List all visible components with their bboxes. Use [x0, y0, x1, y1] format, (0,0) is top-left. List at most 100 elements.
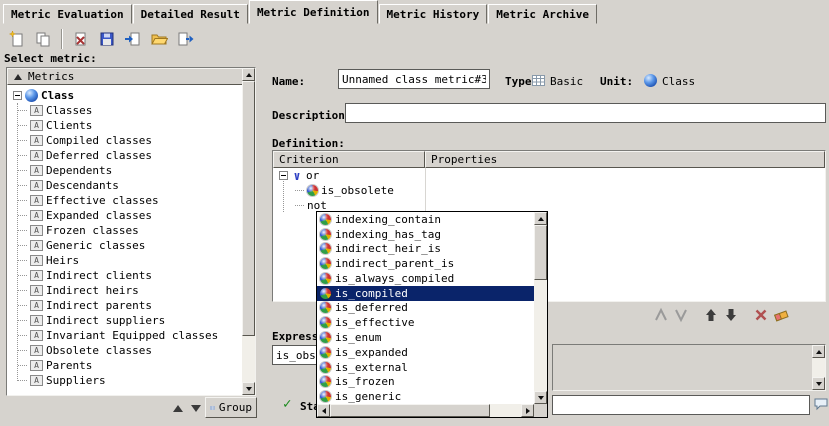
tree-item-heirs[interactable]: Heirs [7, 253, 243, 268]
group-button[interactable]: Group [205, 397, 257, 418]
criterion-option-is-deferred[interactable]: is_deferred [317, 301, 534, 316]
tree-item-indirect-parents[interactable]: Indirect parents [7, 298, 243, 313]
tree-connector [18, 125, 27, 126]
scrollbar-thumb[interactable] [534, 225, 547, 280]
move-metric-up-button[interactable] [170, 400, 186, 416]
collapse-icon[interactable] [13, 91, 22, 100]
criterion-row-is-obsolete[interactable]: is_obsolete [273, 183, 825, 198]
move-criterion-down-button[interactable] [722, 306, 740, 324]
properties-column-header[interactable]: Properties [425, 151, 825, 168]
right-arrow-icon [526, 408, 530, 414]
tab-detailed-result[interactable]: Detailed Result [133, 4, 248, 24]
remove-metric-button[interactable] [68, 27, 94, 51]
scroll-down-button[interactable] [812, 377, 825, 390]
delete-criterion-button[interactable] [752, 306, 770, 324]
criterion-option-indirect-parent-is[interactable]: indirect_parent_is [317, 256, 534, 271]
tab-metric-history[interactable]: Metric History [379, 4, 488, 24]
scroll-up-button[interactable] [534, 212, 547, 225]
criterion-label: is_obsolete [321, 184, 394, 197]
tree-children: ClassesClientsCompiled classesDeferred c… [7, 103, 243, 388]
scroll-up-button[interactable] [812, 345, 825, 358]
criterion-option-is-compiled[interactable]: is_compiled [317, 286, 534, 301]
import-metrics-button[interactable] [120, 27, 146, 51]
collapse-icon[interactable] [279, 171, 288, 180]
criterion-row-or[interactable]: or [273, 168, 825, 183]
metric-name-input[interactable] [338, 69, 490, 89]
criterion-option-is-generic[interactable]: is_generic [317, 389, 534, 404]
save-metric-button[interactable] [94, 27, 120, 51]
tree-item-effective-classes[interactable]: Effective classes [7, 193, 243, 208]
tree-connector [18, 230, 27, 231]
tree-item-dependents[interactable]: Dependents [7, 163, 243, 178]
criterion-option-is-expanded[interactable]: is_expanded [317, 345, 534, 360]
erase-definition-button[interactable] [772, 306, 790, 324]
tree-item-label: Clients [46, 119, 92, 132]
criterion-option-is-frozen[interactable]: is_frozen [317, 374, 534, 389]
criterion-ball-icon [320, 243, 331, 254]
or-criterion-button[interactable] [672, 306, 690, 324]
tree-item-indirect-clients[interactable]: Indirect clients [7, 268, 243, 283]
criterion-option-is-enum[interactable]: is_enum [317, 330, 534, 345]
scroll-down-button[interactable] [242, 382, 255, 395]
scroll-right-button[interactable] [521, 404, 534, 417]
export-metrics-button[interactable] [172, 27, 198, 51]
criterion-option-indexing-contain[interactable]: indexing_contain [317, 212, 534, 227]
tab-metric-definition[interactable]: Metric Definition [249, 0, 378, 24]
tree-connector [18, 320, 27, 321]
tree-item-obsolete-classes[interactable]: Obsolete classes [7, 343, 243, 358]
duplicate-metric-button[interactable] [30, 27, 56, 51]
criterion-option-indirect-heir-is[interactable]: indirect_heir_is [317, 242, 534, 257]
scrollbar-track[interactable] [330, 404, 521, 417]
tree-item-classes[interactable]: Classes [7, 103, 243, 118]
scrollbar-thumb[interactable] [242, 81, 255, 336]
criterion-option-is-external[interactable]: is_external [317, 360, 534, 375]
tab-metric-archive[interactable]: Metric Archive [488, 4, 597, 24]
tree-item-descendants[interactable]: Descendants [7, 178, 243, 193]
tree-item-expanded-classes[interactable]: Expanded classes [7, 208, 243, 223]
criterion-option-label: is_always_compiled [335, 272, 454, 285]
dropdown-vertical-scrollbar[interactable] [534, 212, 547, 404]
and-criterion-button[interactable] [652, 306, 670, 324]
comment-button[interactable] [813, 396, 829, 414]
move-metric-down-button[interactable] [188, 400, 204, 416]
class-unit-icon [25, 89, 38, 102]
move-criterion-up-button[interactable] [702, 306, 720, 324]
tree-item-frozen-classes[interactable]: Frozen classes [7, 223, 243, 238]
tree-item-invariant-equipped-classes[interactable]: Invariant Equipped classes [7, 328, 243, 343]
new-metric-button[interactable] [4, 27, 30, 51]
scroll-up-button[interactable] [242, 68, 255, 81]
scroll-down-button[interactable] [534, 391, 547, 404]
tree-item-indirect-heirs[interactable]: Indirect heirs [7, 283, 243, 298]
metrics-column-header[interactable]: Metrics [7, 68, 243, 85]
expression-scrollbar[interactable] [812, 345, 825, 390]
comment-input[interactable] [552, 395, 810, 415]
tree-item-compiled-classes[interactable]: Compiled classes [7, 133, 243, 148]
scrollbar-thumb[interactable] [330, 404, 490, 417]
tree-item-deferred-classes[interactable]: Deferred classes [7, 148, 243, 163]
tree-item-class[interactable]: Class [7, 88, 243, 103]
metric-icon [30, 360, 43, 371]
open-metric-file-button[interactable] [146, 27, 172, 51]
criterion-option-is-effective[interactable]: is_effective [317, 315, 534, 330]
scrollbar-track[interactable] [534, 225, 547, 391]
metric-icon [30, 210, 43, 221]
metric-icon [30, 105, 43, 116]
criterion-option-is-always-compiled[interactable]: is_always_compiled [317, 271, 534, 286]
tree-item-suppliers[interactable]: Suppliers [7, 373, 243, 388]
scrollbar-track[interactable] [242, 81, 255, 382]
criterion-column-header[interactable]: Criterion [273, 151, 425, 168]
metrics-column-header-label: Metrics [28, 70, 74, 83]
tree-item-generic-classes[interactable]: Generic classes [7, 238, 243, 253]
metric-tree-scrollbar[interactable] [242, 68, 255, 395]
criterion-option-indexing-has-tag[interactable]: indexing_has_tag [317, 227, 534, 242]
tree-item-indirect-suppliers[interactable]: Indirect suppliers [7, 313, 243, 328]
scroll-left-button[interactable] [317, 404, 330, 417]
tree-item-clients[interactable]: Clients [7, 118, 243, 133]
criterion-ball-icon [320, 273, 331, 284]
dropdown-horizontal-scrollbar[interactable] [317, 404, 547, 417]
description-input[interactable] [345, 103, 826, 123]
scrollbar-track[interactable] [812, 358, 825, 377]
tab-metric-evaluation[interactable]: Metric Evaluation [3, 4, 132, 24]
up-arrow-icon [703, 307, 719, 323]
tree-item-parents[interactable]: Parents [7, 358, 243, 373]
